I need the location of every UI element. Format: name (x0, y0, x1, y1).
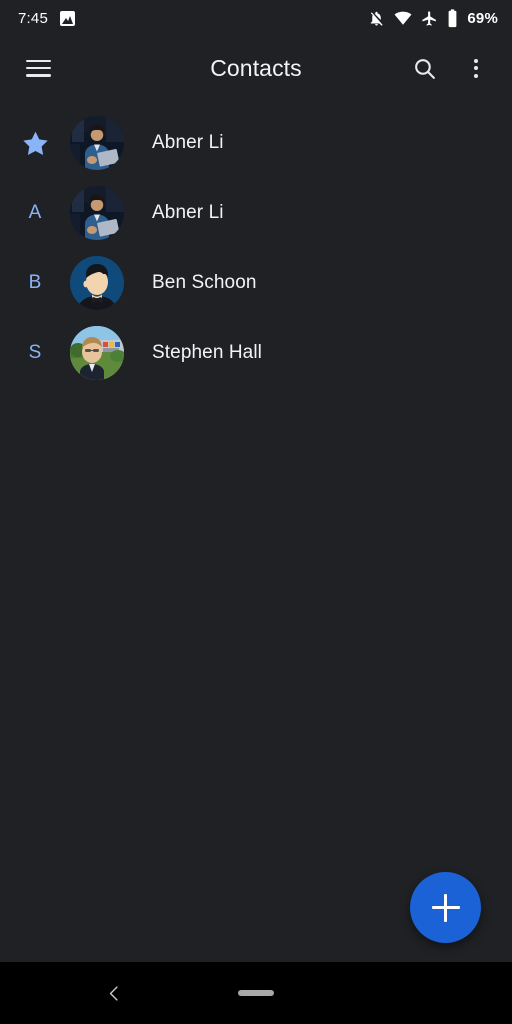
contact-name: Stephen Hall (152, 342, 262, 363)
avatar (70, 116, 124, 170)
favorite-star-icon (0, 129, 70, 158)
contact-name: Abner Li (152, 132, 224, 153)
avatar (70, 326, 124, 380)
notifications-off-icon (368, 10, 385, 27)
more-options-icon[interactable] (454, 46, 498, 90)
contact-name: Ben Schoon (152, 272, 257, 293)
contact-list: Abner Li A Abner Li B Ben Schoon S Steph… (0, 100, 512, 388)
add-contact-fab[interactable] (410, 872, 481, 943)
avatar (70, 186, 124, 240)
battery-icon (447, 8, 458, 28)
contacts-app-screen: 7:45 69% Contacts Abner Li A Abner Li B … (0, 0, 512, 1024)
system-navigation-bar (0, 962, 512, 1024)
add-icon (431, 893, 460, 922)
airplane-mode-icon (421, 10, 438, 27)
section-letter: S (28, 342, 42, 363)
contact-row[interactable]: B Ben Schoon (0, 248, 512, 318)
search-icon[interactable] (402, 46, 446, 90)
home-pill-icon[interactable] (238, 990, 274, 996)
contact-row[interactable]: A Abner Li (0, 178, 512, 248)
wifi-icon (394, 9, 412, 27)
app-bar: Contacts (0, 36, 512, 100)
section-letter: A (28, 202, 42, 223)
contact-name: Abner Li (152, 202, 224, 223)
back-chevron-icon[interactable] (92, 971, 136, 1015)
status-bar-left: 7:45 (18, 10, 75, 27)
contact-row-favorite[interactable]: Abner Li (0, 108, 512, 178)
battery-percentage: 69% (467, 9, 498, 27)
hamburger-menu-icon[interactable] (16, 46, 60, 90)
avatar (70, 256, 124, 310)
status-bar-right: 69% (368, 8, 498, 28)
status-clock: 7:45 (18, 9, 48, 27)
section-letter: B (28, 272, 42, 293)
contact-row[interactable]: S Stephen Hall (0, 318, 512, 388)
app-bar-actions (402, 46, 498, 90)
image-icon (60, 10, 75, 26)
status-bar: 7:45 69% (0, 0, 512, 36)
